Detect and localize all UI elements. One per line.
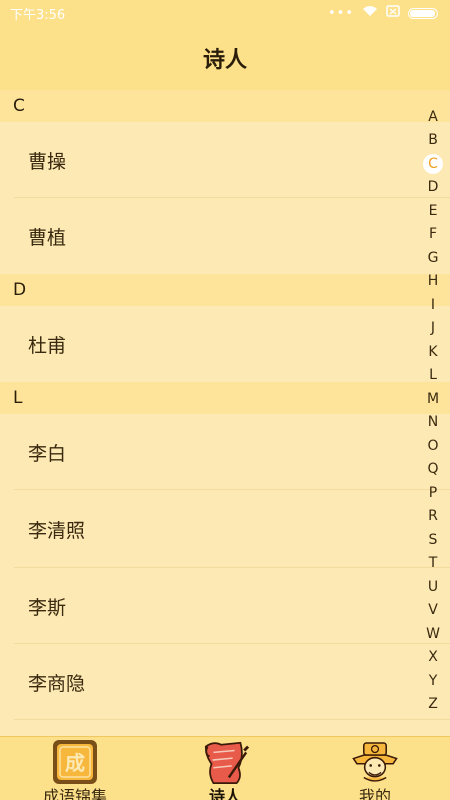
poet-list[interactable]: C 曹操 曹植 D 杜甫 L 李白 李清照 李斯 李商隐 bbox=[0, 90, 450, 736]
index-letter[interactable]: G bbox=[423, 246, 443, 270]
svg-text:成: 成 bbox=[65, 751, 85, 775]
section-header-d: D bbox=[0, 274, 450, 306]
index-letter[interactable]: A bbox=[423, 105, 443, 129]
index-letter[interactable]: B bbox=[423, 129, 443, 153]
sim-icon bbox=[386, 5, 400, 21]
poet-item[interactable]: 李斯 bbox=[0, 568, 450, 644]
index-letter[interactable]: U bbox=[423, 575, 443, 599]
index-letter[interactable]: T bbox=[423, 552, 443, 576]
index-letter[interactable]: Y bbox=[423, 669, 443, 693]
wifi-icon bbox=[362, 5, 378, 21]
tab-label: 诗人 bbox=[208, 787, 241, 800]
index-letter[interactable]: S bbox=[423, 528, 443, 552]
battery-icon bbox=[408, 7, 438, 19]
tab-label: 我的 bbox=[358, 787, 391, 800]
page-header: 诗人 bbox=[0, 26, 450, 90]
status-bar: 下午3:56 ••• bbox=[0, 0, 450, 26]
index-letter[interactable]: Z bbox=[423, 693, 443, 717]
index-letter[interactable]: H bbox=[423, 270, 443, 294]
status-icons: ••• bbox=[328, 5, 438, 21]
index-letter[interactable]: J bbox=[423, 317, 443, 341]
index-letter[interactable]: W bbox=[423, 622, 443, 646]
status-time: 下午3:56 bbox=[10, 7, 66, 23]
poet-item[interactable]: 李清照 bbox=[0, 490, 450, 568]
index-letter[interactable]: V bbox=[423, 599, 443, 623]
tab-profile[interactable]: 我的 bbox=[300, 737, 450, 800]
alphabet-index-bar[interactable]: A B C D E F G H I J K L M N O Q P R S T … bbox=[422, 105, 444, 716]
more-dots-icon: ••• bbox=[327, 5, 354, 21]
poet-item[interactable]: 李商隐 bbox=[0, 644, 450, 720]
scroll-icon bbox=[200, 741, 250, 785]
tab-idioms[interactable]: 成 成语锦集 bbox=[0, 737, 150, 800]
section-header-l: L bbox=[0, 382, 450, 414]
index-letter[interactable]: E bbox=[423, 199, 443, 223]
index-letter[interactable]: M bbox=[423, 387, 443, 411]
bottom-tab-bar: 成 成语锦集 诗人 我的 bbox=[0, 736, 450, 800]
poet-item[interactable]: 杜甫 bbox=[0, 306, 450, 382]
index-letter[interactable]: D bbox=[423, 176, 443, 200]
tab-label: 成语锦集 bbox=[42, 787, 107, 800]
section-header-c: C bbox=[0, 90, 450, 122]
index-letter[interactable]: R bbox=[423, 505, 443, 529]
page-title: 诗人 bbox=[202, 48, 247, 73]
scholar-icon bbox=[350, 741, 400, 783]
idiom-seal-icon: 成 bbox=[50, 740, 100, 784]
poet-item[interactable]: 曹操 bbox=[0, 122, 450, 198]
index-letter[interactable]: I bbox=[423, 293, 443, 317]
poet-item[interactable]: 曹植 bbox=[0, 198, 450, 274]
index-letter[interactable]: X bbox=[423, 646, 443, 670]
tab-poets[interactable]: 诗人 bbox=[150, 737, 300, 800]
index-letter[interactable]: N bbox=[423, 411, 443, 435]
index-letter[interactable]: Q bbox=[423, 458, 443, 482]
index-letter[interactable]: F bbox=[423, 223, 443, 247]
index-letter[interactable]: K bbox=[423, 340, 443, 364]
index-letter[interactable]: P bbox=[423, 481, 443, 505]
poet-item[interactable]: 李白 bbox=[0, 414, 450, 490]
index-letter[interactable]: L bbox=[423, 364, 443, 388]
index-letter-active[interactable]: C bbox=[423, 153, 443, 174]
index-letter[interactable]: O bbox=[423, 434, 443, 458]
